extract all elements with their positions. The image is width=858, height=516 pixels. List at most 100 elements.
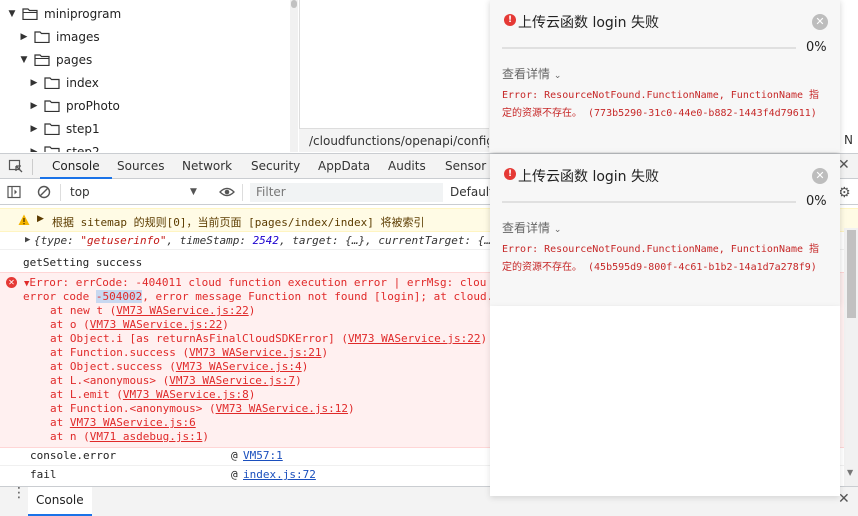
notification-title: 上传云函数 login 失败 (518, 15, 660, 31)
folder-icon (34, 31, 50, 43)
error-text: error code (23, 290, 96, 303)
folder-icon (44, 123, 60, 135)
tree-item-label: proPhoto (66, 99, 120, 113)
source-link[interactable]: VM57:1 (243, 449, 283, 462)
function-name: fail (30, 468, 57, 481)
tree-item-prophoto[interactable]: ▶ proPhoto (28, 96, 120, 116)
view-details-link[interactable]: 查看详情 ⌄ (502, 65, 561, 82)
folder-icon (44, 77, 60, 89)
clear-console-icon[interactable] (37, 185, 51, 202)
filter-input[interactable]: Filter (250, 183, 443, 202)
dropdown-caret-icon: ▼ (190, 187, 197, 197)
log-levels-dropdown[interactable]: Default (450, 183, 494, 202)
notification-panel-base (490, 306, 840, 496)
context-selector[interactable]: top ▼ (64, 183, 204, 202)
object-value: "getuserinfo" (80, 234, 167, 247)
drawer-tab-console[interactable]: Console (28, 487, 92, 516)
object-key: type: (40, 234, 81, 247)
tab-sources[interactable]: Sources (117, 154, 164, 179)
progress-label: 0% (806, 194, 827, 209)
stack-frame: at new t (VM73 WAService.js:22) (50, 304, 255, 318)
close-icon[interactable]: ✕ (812, 14, 828, 30)
chevron-right-icon[interactable]: ▶ (28, 78, 40, 88)
tree-item-label: pages (56, 53, 93, 67)
stack-link[interactable]: VM73 WAService.js:21 (189, 346, 321, 359)
stack-link[interactable]: VM73 WAService.js:12 (216, 402, 348, 415)
view-details-label: 查看详情 (502, 67, 551, 81)
tab-console[interactable]: Console (40, 154, 112, 179)
chevron-down-icon[interactable]: ▼ (18, 55, 30, 65)
more-vertical-icon[interactable]: ⋮ (12, 486, 26, 500)
tree-item-pages[interactable]: ▼ pages (18, 50, 93, 70)
stack-text: at L.emit ( (50, 388, 123, 401)
stack-text: ) (480, 332, 488, 345)
tree-scrollbar[interactable] (290, 0, 298, 152)
chevron-right-icon[interactable]: ▶ (28, 147, 40, 152)
object-rest: , target: {…}, currentTarget: {… (279, 234, 491, 247)
divider (60, 184, 61, 201)
console-scrollbar[interactable]: ▼ (844, 228, 858, 486)
stack-text: at (50, 416, 70, 429)
error-icon: ✕ (6, 277, 17, 288)
source-link[interactable]: index.js:72 (243, 468, 316, 481)
tree-item-index[interactable]: ▶ index (28, 73, 99, 93)
tree-item-images[interactable]: ▶ images (18, 27, 100, 47)
stack-link[interactable]: VM73 WAService.js:8 (123, 388, 249, 401)
notification-card: ! 上传云函数 login 失败 ✕ 0% 查看详情 ⌄ Error: Reso… (490, 154, 840, 306)
object-key: , timeStamp: (166, 234, 253, 247)
progress-bar (502, 201, 796, 203)
stack-link[interactable]: VM73 WAService.js:22 (116, 304, 248, 317)
stack-link[interactable]: VM73 WAService.js:7 (169, 374, 295, 387)
stack-link[interactable]: VM73 WAService.js:6 (70, 416, 196, 429)
chevron-right-icon[interactable]: ▶ (18, 32, 30, 42)
editor-file-path[interactable]: /cloudfunctions/openapi/config.json (299, 128, 489, 152)
tree-item-step2[interactable]: ▶ step2 (28, 142, 100, 152)
tree-item-label: step1 (66, 122, 100, 136)
scroll-down-icon[interactable]: ▼ (847, 468, 853, 477)
stack-text: at Function.<anonymous> ( (50, 402, 216, 415)
tab-security[interactable]: Security (251, 154, 300, 179)
divider (32, 159, 33, 175)
expand-arrow-icon[interactable]: ▶ (37, 214, 44, 224)
inspect-element-icon[interactable] (8, 159, 24, 175)
stack-text: ) (202, 430, 209, 443)
view-details-link[interactable]: 查看详情 ⌄ (502, 219, 561, 236)
tree-item-label: miniprogram (44, 7, 122, 21)
stack-link[interactable]: VM73 WAService.js:4 (176, 360, 302, 373)
sidebar-toggle-icon[interactable] (7, 185, 21, 202)
stack-frame: at n (VM71 asdebug.js:1) (50, 430, 209, 444)
stack-link[interactable]: VM73 WAService.js:22 (90, 318, 222, 331)
tree-item-step1[interactable]: ▶ step1 (28, 119, 100, 139)
tab-sensor[interactable]: Sensor (445, 154, 486, 179)
stack-frame: at Function.success (VM73 WAService.js:2… (50, 346, 328, 360)
stack-frame: at o (VM73 WAService.js:22) (50, 318, 229, 332)
stack-text: at Function.success ( (50, 346, 190, 359)
stack-frame: at L.<anonymous> (VM73 WAService.js:7) (50, 374, 302, 388)
tree-item-label: index (66, 76, 99, 90)
error-message-line2: error code -504002, error message Functi… (23, 290, 493, 303)
tab-audits[interactable]: Audits (388, 154, 426, 179)
stack-text: at Object.i [as returnAsFinalCloudSDKErr… (50, 332, 349, 345)
chevron-right-icon[interactable]: ▶ (28, 101, 40, 111)
close-icon[interactable]: ✕ (812, 168, 828, 184)
at-sign: @ (231, 468, 238, 481)
editor-edge-text: N (844, 133, 853, 147)
chevron-down-icon[interactable]: ▼ (6, 9, 18, 19)
view-details-label: 查看详情 (502, 221, 551, 235)
stack-link[interactable]: VM71 asdebug.js:1 (90, 430, 203, 443)
tab-appdata[interactable]: AppData (318, 154, 370, 179)
log-message: getSetting success (23, 256, 143, 269)
scrollbar-thumb[interactable] (847, 230, 856, 318)
stack-text: ) (321, 346, 329, 359)
tab-network[interactable]: Network (182, 154, 232, 179)
eye-icon[interactable] (219, 186, 235, 201)
tree-item-miniprogram[interactable]: ▼ miniprogram (6, 4, 122, 24)
stack-text: at L.<anonymous> ( (50, 374, 170, 387)
chevron-right-icon[interactable]: ▶ (28, 124, 40, 134)
expand-arrow-icon[interactable]: ▶ (25, 235, 30, 245)
stack-text: ) (222, 318, 229, 331)
stack-frame: at VM73 WAService.js:6 (50, 416, 196, 430)
error-icon: ! (504, 168, 516, 180)
stack-link[interactable]: VM73 WAService.js:22 (348, 332, 480, 345)
divider (242, 184, 243, 201)
